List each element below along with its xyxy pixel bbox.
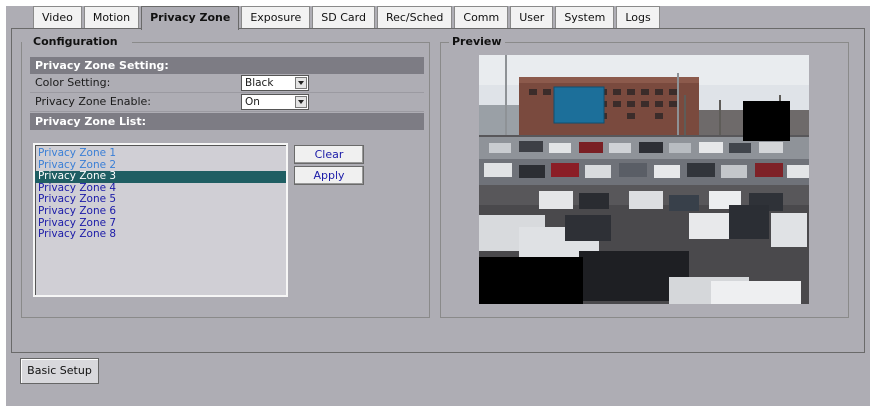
list-item[interactable]: Privacy Zone 8: [35, 229, 286, 241]
color-setting-row: Color Setting: Black: [30, 74, 424, 93]
left-border: [0, 0, 6, 406]
privacy-zone-enable-label: Privacy Zone Enable:: [35, 95, 151, 108]
tab-video[interactable]: Video: [33, 6, 82, 28]
tab-privacy-zone[interactable]: Privacy Zone: [141, 6, 240, 30]
tab-motion[interactable]: Motion: [83, 6, 140, 28]
chevron-down-icon[interactable]: [295, 77, 307, 89]
tab-comm[interactable]: Comm: [454, 6, 509, 28]
configuration-legend: Configuration: [30, 35, 121, 48]
privacy-zone-list-header: Privacy Zone List:: [30, 113, 424, 130]
chevron-down-icon[interactable]: [295, 96, 307, 108]
privacy-zone-setting-header: Privacy Zone Setting:: [30, 57, 424, 74]
tab-sd-card[interactable]: SD Card: [312, 6, 375, 28]
tab-user[interactable]: User: [510, 6, 554, 28]
privacy-zone-listbox[interactable]: Privacy Zone 1 Privacy Zone 2 Privacy Zo…: [33, 143, 288, 297]
camera-preview-image[interactable]: [479, 55, 809, 304]
tab-exposure[interactable]: Exposure: [241, 6, 311, 28]
tab-logs[interactable]: Logs: [616, 6, 660, 28]
color-setting-label: Color Setting:: [35, 76, 111, 89]
parking-lot-scene: [479, 55, 809, 304]
tab-system[interactable]: System: [555, 6, 615, 28]
privacy-zone-enable-row: Privacy Zone Enable: On: [30, 93, 424, 112]
list-item[interactable]: Privacy Zone 6: [35, 205, 286, 218]
tab-rec-sched[interactable]: Rec/Sched: [376, 6, 453, 28]
clear-button[interactable]: Clear: [294, 145, 364, 164]
apply-button[interactable]: Apply: [294, 166, 364, 185]
privacy-zone-enable-value: On: [245, 96, 260, 108]
basic-setup-button[interactable]: Basic Setup: [20, 358, 99, 384]
color-setting-value: Black: [245, 77, 274, 89]
preview-legend: Preview: [449, 35, 505, 48]
privacy-zone-enable-select[interactable]: On: [241, 94, 309, 110]
color-setting-select[interactable]: Black: [241, 75, 309, 91]
list-item[interactable]: Privacy Zone 1: [35, 147, 286, 160]
tab-bar: Video Motion Privacy Zone Exposure SD Ca…: [33, 6, 662, 30]
